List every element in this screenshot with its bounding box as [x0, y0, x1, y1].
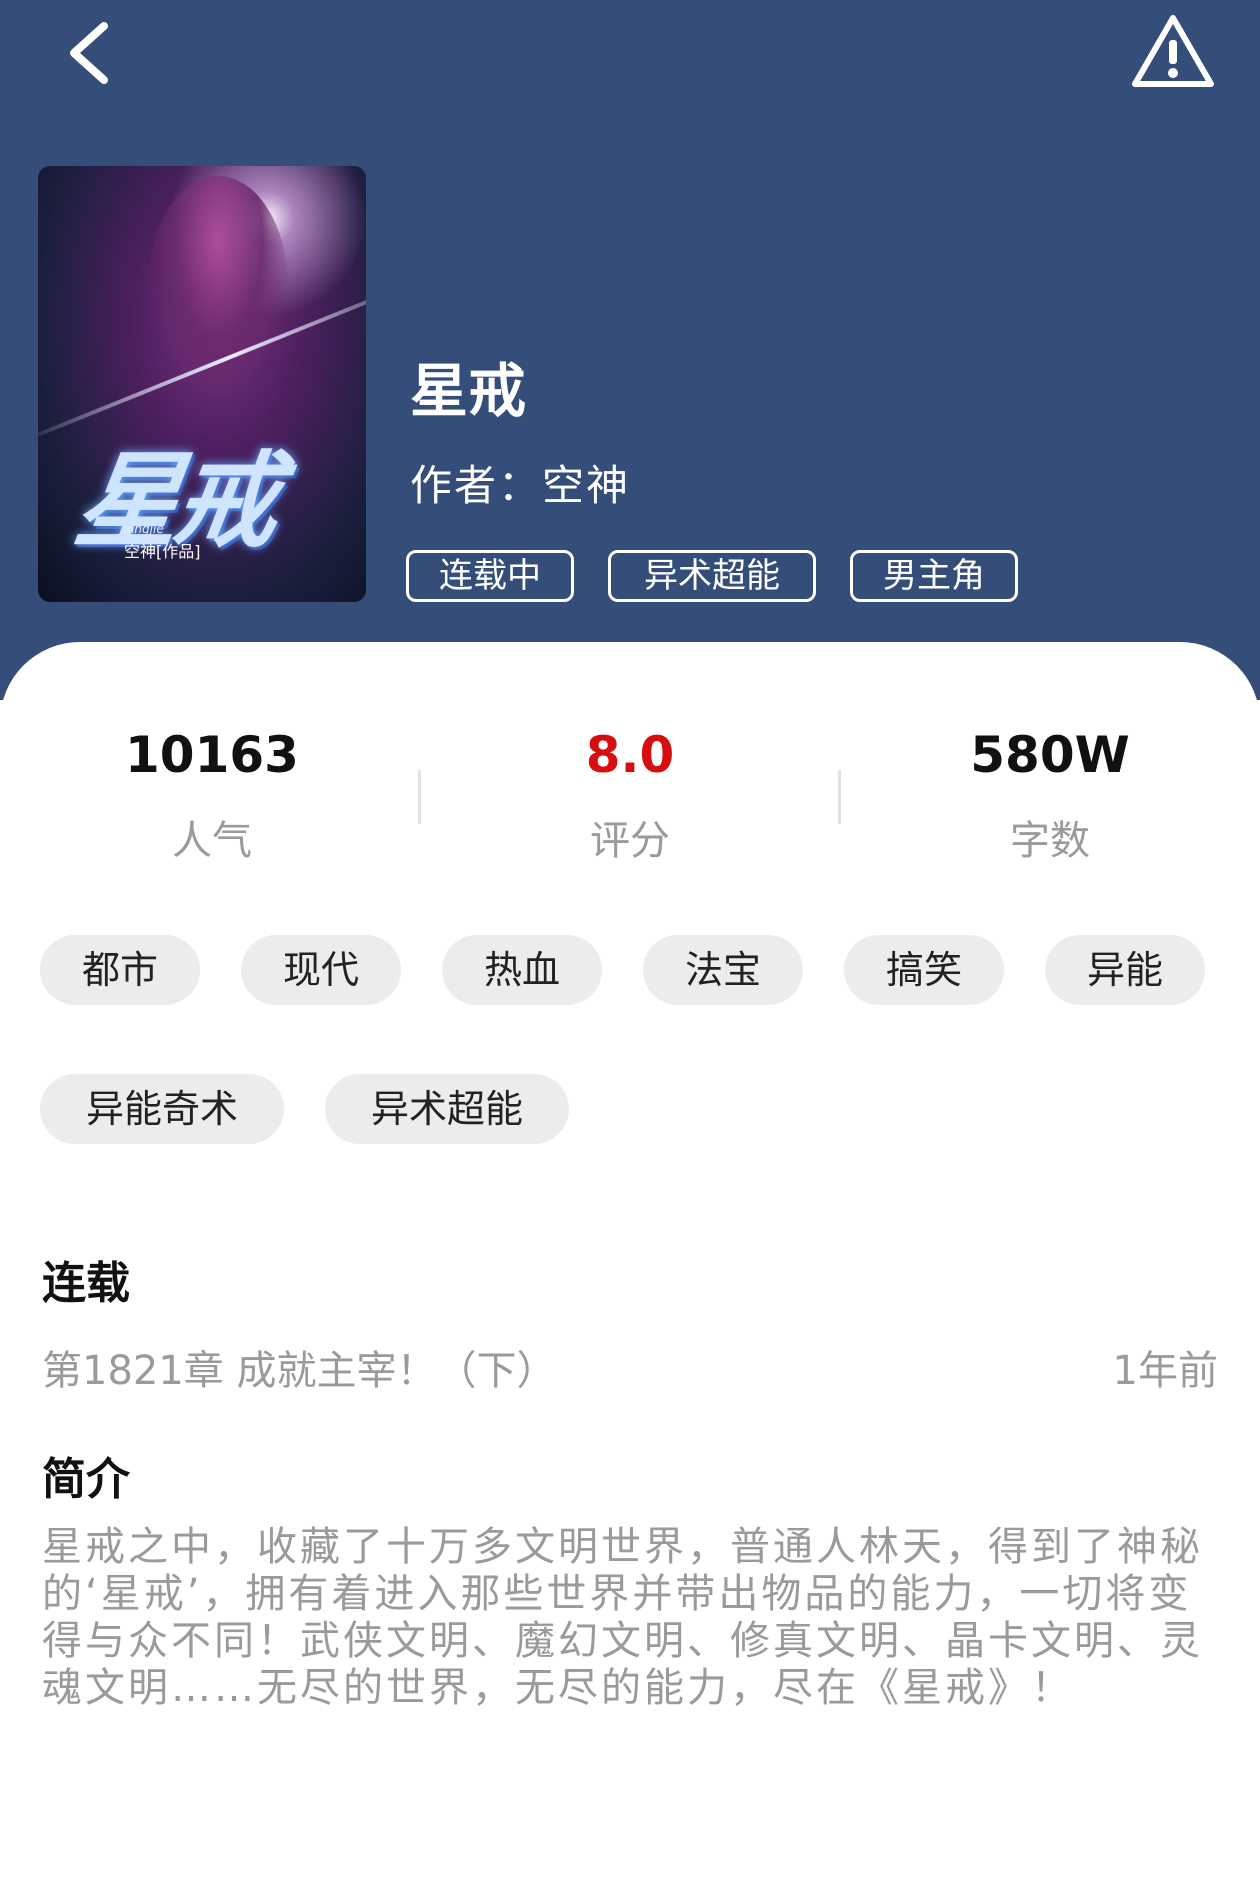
synopsis-text: 星戒之中，收藏了十万多文明世界，普通人林天，得到了神秘的‘星戒’，拥有着进入那些…: [42, 1524, 1203, 1711]
rating-value: 8.0: [585, 726, 675, 784]
serial-heading: 连载: [42, 1258, 130, 1309]
genre-tag[interactable]: 异能奇术: [40, 1074, 284, 1144]
popularity-value: 10163: [125, 726, 299, 784]
warning-triangle-icon[interactable]: [1130, 12, 1216, 90]
chevron-left-icon[interactable]: [60, 18, 120, 88]
book-cover[interactable]: 星戒 xingjie 空神[作品]: [38, 166, 366, 602]
popularity-label: 人气: [172, 818, 252, 864]
genre-tag[interactable]: 异术超能: [325, 1074, 569, 1144]
stat-divider: [418, 770, 421, 824]
latest-update-time: 1年前: [1112, 1348, 1218, 1394]
book-author: 作者：空神: [410, 461, 631, 510]
genre-tag[interactable]: 法宝: [643, 935, 803, 1005]
category-tag: 异术超能: [608, 550, 816, 602]
rating-label: 评分: [590, 818, 670, 864]
genre-tag[interactable]: 异能: [1045, 935, 1205, 1005]
book-title: 星戒: [410, 357, 527, 425]
genre-tag[interactable]: 热血: [442, 935, 602, 1005]
genre-tag[interactable]: 搞笑: [844, 935, 1004, 1005]
cover-pinyin: xingjie: [124, 522, 164, 536]
word-count-value: 580W: [970, 726, 1130, 784]
stat-divider: [838, 770, 841, 824]
status-tag: 连载中: [406, 550, 574, 602]
genre-tag[interactable]: 都市: [40, 935, 200, 1005]
genre-tag[interactable]: 现代: [241, 935, 401, 1005]
synopsis-heading: 简介: [42, 1454, 130, 1505]
protagonist-tag: 男主角: [850, 550, 1018, 602]
cover-author-credit: 空神[作品]: [124, 542, 201, 561]
latest-chapter-link[interactable]: 第1821章 成就主宰！（下）: [42, 1338, 557, 1396]
word-count-label: 字数: [1010, 818, 1090, 864]
